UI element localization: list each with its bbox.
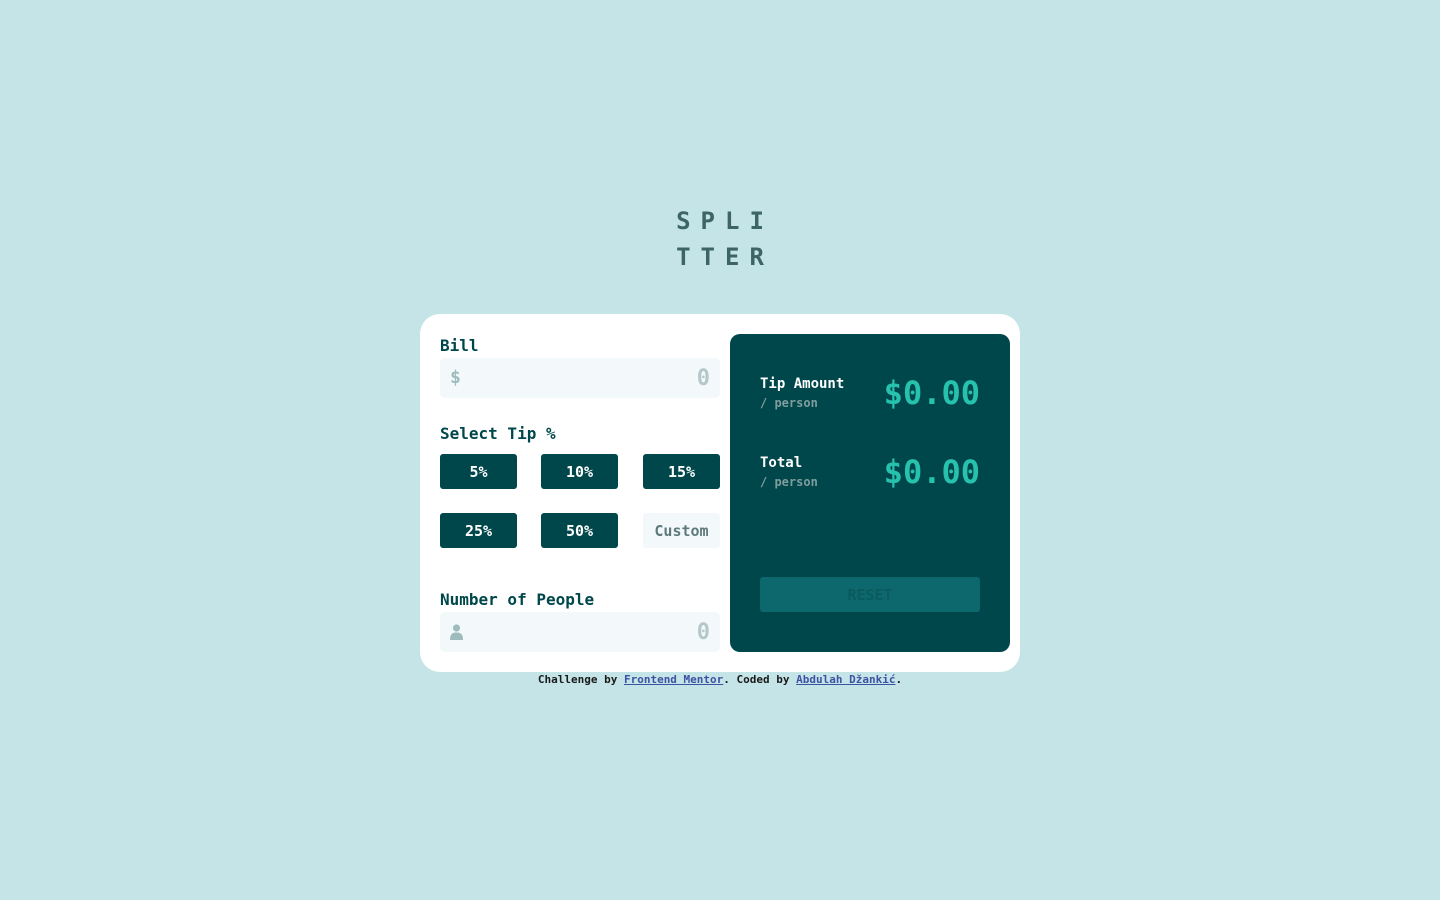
logo-line-2: TTER: [676, 243, 774, 271]
bill-input[interactable]: [470, 358, 710, 398]
person-icon: [450, 624, 463, 640]
attribution: Challenge by Frontend Mentor. Coded by A…: [0, 672, 1440, 688]
calculator-card: Bill $ Select Tip % 5% 10% 15% 25% 50% N…: [420, 314, 1020, 672]
results-panel: Tip Amount / person $0.00 Total / person…: [730, 334, 1010, 652]
tip-amount-value: $0.00: [883, 374, 980, 412]
tip-button-50[interactable]: 50%: [541, 513, 618, 548]
total-value: $0.00: [883, 453, 980, 491]
author-link[interactable]: Abdulah Džankić: [796, 673, 895, 686]
attribution-middle: . Coded by: [723, 673, 797, 686]
frontend-mentor-link[interactable]: Frontend Mentor: [624, 673, 723, 686]
tip-button-25[interactable]: 25%: [440, 513, 517, 548]
tip-options: 5% 10% 15% 25% 50%: [440, 454, 720, 548]
tip-amount-subtitle: / person: [760, 396, 818, 410]
attribution-prefix: Challenge by: [537, 673, 624, 686]
people-label: Number of People: [440, 590, 595, 609]
total-row: Total / person $0.00: [760, 453, 980, 493]
select-tip-label: Select Tip %: [440, 424, 556, 443]
tip-button-15[interactable]: 15%: [643, 454, 720, 489]
tip-button-10[interactable]: 10%: [541, 454, 618, 489]
dollar-icon: $: [450, 367, 461, 388]
total-title: Total: [760, 455, 803, 471]
attribution-suffix: .: [895, 673, 903, 686]
tip-amount-title: Tip Amount: [760, 376, 845, 392]
tip-button-5[interactable]: 5%: [440, 454, 517, 489]
people-field[interactable]: [440, 612, 720, 652]
bill-field[interactable]: $: [440, 358, 720, 398]
total-subtitle: / person: [760, 475, 818, 489]
input-panel: Bill $ Select Tip % 5% 10% 15% 25% 50% N…: [440, 334, 720, 652]
people-input[interactable]: [470, 612, 710, 652]
logo-line-1: SPLI: [676, 207, 774, 235]
bill-label: Bill: [440, 336, 479, 355]
logo: SPLI TTER: [0, 203, 1440, 275]
tip-amount-row: Tip Amount / person $0.00: [760, 374, 980, 414]
reset-button[interactable]: RESET: [760, 577, 980, 612]
custom-tip-input[interactable]: [643, 513, 720, 548]
